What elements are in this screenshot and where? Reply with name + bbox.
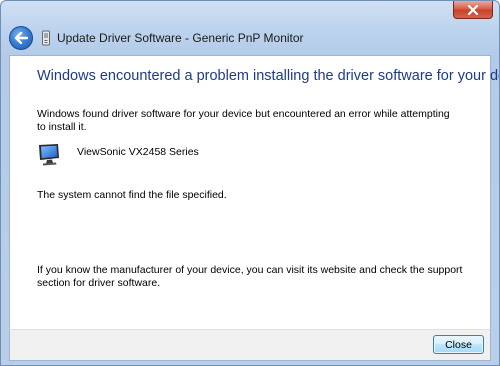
help-text: If you know the manufacturer of your dev… xyxy=(37,264,463,289)
back-arrow-icon xyxy=(14,32,28,44)
error-message: The system cannot find the file specifie… xyxy=(37,189,227,201)
device-name: ViewSonic VX2458 Series xyxy=(77,146,199,158)
title-bar: Update Driver Software - Generic PnP Mon… xyxy=(9,25,304,51)
window-close-button[interactable] xyxy=(453,1,493,19)
dialog-window: Update Driver Software - Generic PnP Mon… xyxy=(0,0,500,366)
page-title: Windows encountered a problem installing… xyxy=(37,68,500,84)
found-driver-text: Windows found driver software for your d… xyxy=(37,108,450,133)
device-row: ViewSonic VX2458 Series xyxy=(37,142,199,166)
monitor-icon xyxy=(39,144,59,166)
content-panel: Windows encountered a problem installing… xyxy=(9,55,499,330)
window-title: Update Driver Software - Generic PnP Mon… xyxy=(57,31,304,45)
back-button[interactable] xyxy=(9,26,33,50)
footer-bar: Close xyxy=(9,329,491,361)
close-icon xyxy=(467,4,479,15)
close-button[interactable]: Close xyxy=(433,335,484,354)
device-icon xyxy=(42,30,50,46)
